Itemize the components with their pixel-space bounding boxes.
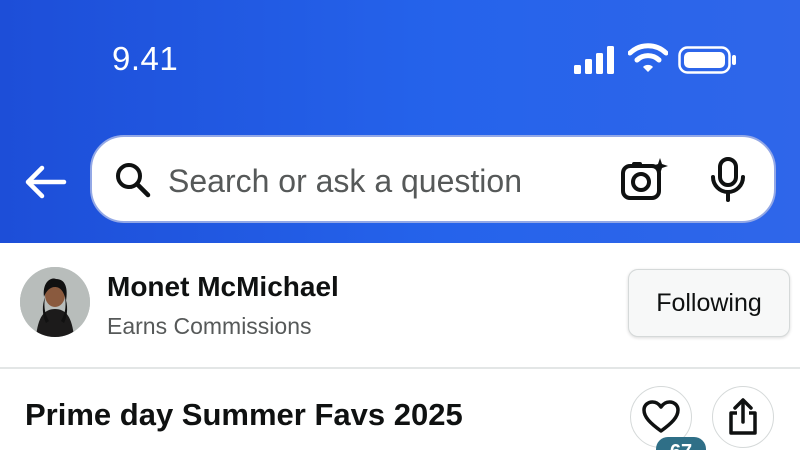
wifi-icon bbox=[628, 43, 668, 72]
battery-icon bbox=[678, 46, 736, 74]
creator-subtitle: Earns Commissions bbox=[107, 313, 312, 339]
creator-name[interactable]: Monet McMichael bbox=[107, 271, 339, 303]
back-arrow-icon[interactable] bbox=[22, 160, 68, 204]
heart-icon bbox=[642, 400, 680, 433]
list-title: Prime day Summer Favs 2025 bbox=[25, 397, 463, 432]
signal-icon bbox=[574, 46, 614, 74]
microphone-icon[interactable] bbox=[710, 157, 746, 203]
status-time: 9.41 bbox=[112, 40, 179, 77]
share-icon bbox=[729, 398, 757, 435]
app-header: 9.41 Search or ask a question bbox=[0, 0, 800, 243]
share-button[interactable] bbox=[712, 386, 774, 448]
search-input[interactable]: Search or ask a question bbox=[168, 163, 522, 200]
search-bar[interactable]: Search or ask a question bbox=[90, 135, 776, 223]
following-button[interactable]: Following bbox=[628, 269, 790, 337]
like-count-badge: 67 bbox=[656, 437, 706, 450]
avatar[interactable] bbox=[20, 267, 90, 337]
camera-search-icon[interactable] bbox=[620, 157, 668, 203]
search-icon bbox=[116, 163, 151, 198]
avatar-image bbox=[20, 267, 90, 337]
creator-profile-row: Monet McMichael Earns Commissions Follow… bbox=[0, 243, 800, 369]
